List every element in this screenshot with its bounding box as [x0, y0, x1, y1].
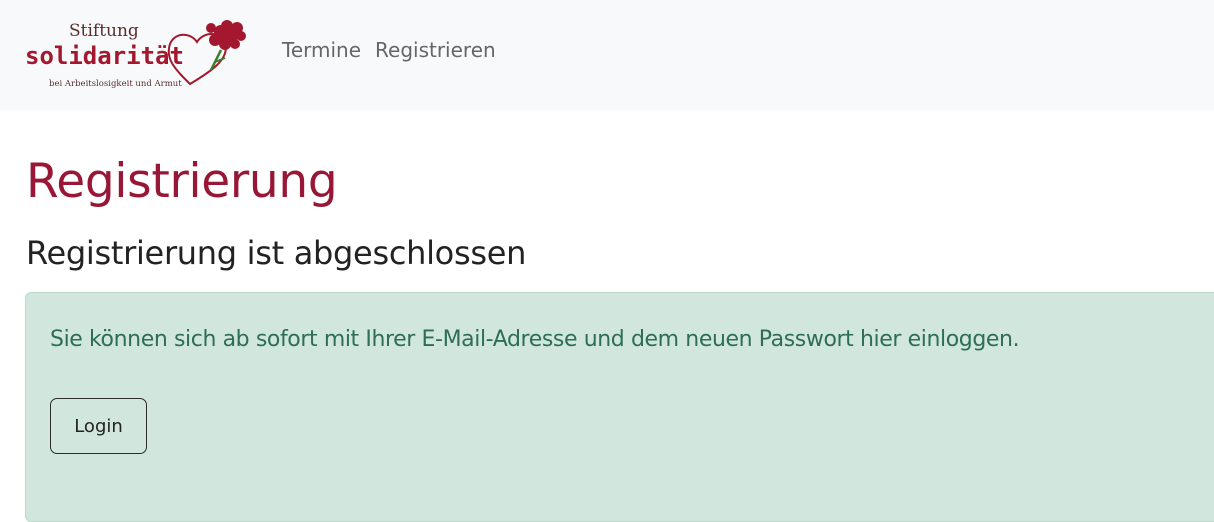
page-title: Registrierung [26, 154, 338, 209]
alert-message: Sie können sich ab sofort mit Ihrer E-Ma… [50, 327, 1020, 352]
page-subtitle: Registrierung ist abgeschlossen [26, 234, 527, 272]
brand-logo[interactable]: Stiftung solidarität bei Arbeitslosigkei… [25, 14, 250, 94]
top-navbar: Stiftung solidarität bei Arbeitslosigkei… [0, 0, 1214, 110]
solidaritaet-logo-icon: Stiftung solidarität bei Arbeitslosigkei… [25, 20, 246, 89]
logo-line-solidaritaet: solidarität [25, 42, 184, 70]
logo-line-stiftung: Stiftung [69, 21, 139, 41]
success-alert: Sie können sich ab sofort mit Ihrer E-Ma… [25, 292, 1214, 522]
logo-line-tagline: bei Arbeitslosigkeit und Armut [49, 79, 182, 89]
nav-links: Termine Registrieren [282, 38, 496, 62]
nav-link-registrieren[interactable]: Registrieren [375, 38, 496, 62]
login-button[interactable]: Login [50, 398, 147, 454]
nav-link-termine[interactable]: Termine [282, 38, 361, 62]
